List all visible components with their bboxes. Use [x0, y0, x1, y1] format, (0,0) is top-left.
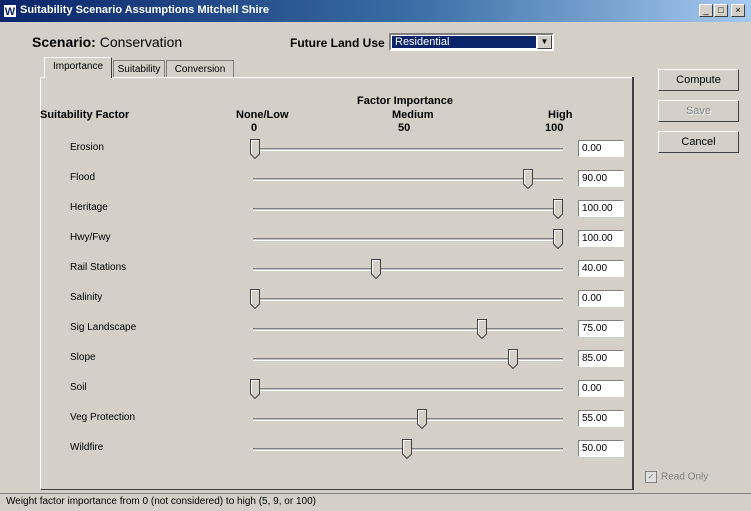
factor-label: Wildfire	[70, 442, 104, 453]
close-button[interactable]: ×	[731, 4, 745, 17]
medium-heading: Medium	[392, 109, 434, 121]
suitability-factor-heading: Suitability Factor	[40, 109, 130, 121]
tab-conversion[interactable]: Conversion	[166, 60, 234, 78]
tick-50-label: 50	[398, 122, 411, 134]
future-land-use-value: Residential	[392, 36, 536, 48]
importance-slider-track[interactable]	[253, 148, 563, 151]
importance-slider-track[interactable]	[253, 238, 563, 241]
slider-thumb[interactable]	[250, 379, 260, 400]
factor-value-input[interactable]: 40.00	[578, 260, 624, 277]
high-heading: High	[548, 109, 573, 121]
importance-slider-track[interactable]	[253, 388, 563, 391]
tick-100-label: 100	[545, 122, 564, 134]
cancel-button[interactable]: Cancel	[658, 131, 739, 153]
maximize-button[interactable]: □	[714, 4, 728, 17]
window-title: Suitability Scenario Assumptions Mitchel…	[20, 4, 269, 16]
slider-thumb[interactable]	[250, 139, 260, 160]
tab-importance[interactable]: Importance	[44, 57, 112, 78]
importance-slider-track[interactable]	[253, 208, 563, 211]
factor-value-input[interactable]: 0.00	[578, 140, 624, 157]
slider-thumb[interactable]	[553, 229, 563, 250]
factor-value-input[interactable]: 100.00	[578, 230, 624, 247]
scenario-name: Conservation	[99, 34, 183, 50]
save-button[interactable]: Save	[658, 100, 739, 122]
slider-thumb[interactable]	[250, 289, 260, 310]
importance-slider-track[interactable]	[253, 298, 563, 301]
factor-label: Veg Protection	[70, 412, 136, 423]
factor-value-input[interactable]: 55.00	[578, 410, 624, 427]
dropdown-arrow-icon[interactable]: ▼	[537, 35, 552, 49]
tick-0-label: 0	[251, 122, 258, 134]
factor-label: Soil	[70, 382, 87, 393]
read-only-checkbox[interactable]: ✓ Read Only	[645, 471, 708, 483]
factor-value-input[interactable]: 100.00	[578, 200, 624, 217]
slider-thumb[interactable]	[401, 439, 412, 460]
scenario-header: Scenario: Conservation	[32, 34, 182, 50]
tab-suitability[interactable]: Suitability	[113, 60, 165, 78]
future-land-use-select[interactable]: Residential ▼	[389, 33, 554, 51]
importance-slider-track[interactable]	[253, 328, 563, 331]
title-bar: W Suitability Scenario Assumptions Mitch…	[0, 0, 751, 22]
app-icon: W	[3, 4, 17, 18]
window-controls: _ □ ×	[698, 4, 745, 17]
factor-value-input[interactable]: 85.00	[578, 350, 624, 367]
future-land-use-label: Future Land Use	[290, 36, 385, 50]
slider-thumb[interactable]	[477, 319, 488, 340]
factor-value-input[interactable]: 90.00	[578, 170, 624, 187]
factor-value-input[interactable]: 0.00	[578, 380, 624, 397]
scenario-label: Scenario:	[32, 34, 96, 50]
factor-label: Slope	[70, 352, 96, 363]
factor-label: Sig Landscape	[70, 322, 137, 333]
importance-slider-track[interactable]	[253, 268, 563, 271]
slider-thumb[interactable]	[371, 259, 382, 280]
importance-slider-track[interactable]	[253, 178, 563, 181]
none-low-heading: None/Low	[236, 109, 289, 121]
slider-thumb[interactable]	[522, 169, 533, 190]
factor-label: Hwy/Fwy	[70, 232, 111, 243]
importance-panel	[40, 77, 633, 490]
factor-importance-heading: Factor Importance	[357, 95, 453, 107]
slider-thumb[interactable]	[507, 349, 518, 370]
status-bar: Weight factor importance from 0 (not con…	[0, 493, 751, 511]
slider-thumb[interactable]	[416, 409, 427, 430]
factor-value-input[interactable]: 50.00	[578, 440, 624, 457]
slider-thumb[interactable]	[553, 199, 563, 220]
factor-label: Heritage	[70, 202, 108, 213]
factor-value-input[interactable]: 0.00	[578, 290, 624, 307]
compute-button[interactable]: Compute	[658, 69, 739, 91]
factor-label: Erosion	[70, 142, 104, 153]
factor-label: Salinity	[70, 292, 103, 303]
factor-label: Flood	[70, 172, 96, 183]
panel-divider	[632, 77, 634, 490]
factor-value-input[interactable]: 75.00	[578, 320, 624, 337]
minimize-button[interactable]: _	[699, 4, 713, 17]
checkbox-checked-icon: ✓	[645, 471, 657, 483]
importance-slider-track[interactable]	[253, 418, 563, 421]
read-only-label: Read Only	[661, 471, 709, 483]
factor-label: Rail Stations	[70, 262, 127, 273]
